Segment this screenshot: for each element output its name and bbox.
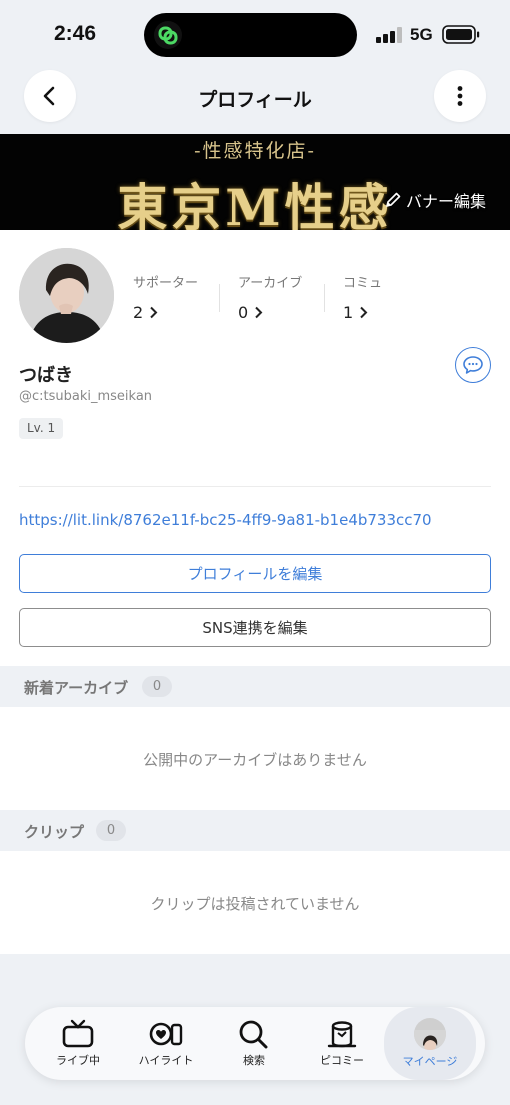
profile-banner: -性感特化店- 東京M性感 バナー編集 (0, 134, 510, 230)
banner-edit-button[interactable]: バナー編集 (384, 188, 486, 212)
section-title: クリップ (24, 823, 85, 841)
stat-divider (324, 284, 325, 312)
stat-value: 2 (133, 303, 144, 322)
stat-label: コミュ (343, 276, 383, 291)
chevron-right-icon (360, 306, 368, 319)
archives-list: 公開中のアーカイブはありません (0, 707, 510, 810)
banner-subtitle: -性感特化店- (194, 140, 316, 162)
edit-sns-button[interactable]: SNS連携を編集 (19, 608, 491, 647)
profile-name: つばき (19, 365, 73, 386)
stat-value: 1 (343, 303, 354, 322)
tab-label: ハイライト (138, 1054, 194, 1067)
dynamic-island (144, 13, 357, 57)
tab-search[interactable]: 検索 (208, 1007, 300, 1080)
clips-list: クリップは投稿されていません (0, 851, 510, 954)
profile-handle: @c:tsubaki_mseikan (19, 389, 153, 404)
battery-icon (442, 25, 480, 44)
clips-header: クリップ 0 (0, 810, 510, 851)
chevron-right-icon (150, 306, 158, 319)
search-icon (239, 1020, 268, 1049)
stat-label: サポーター (133, 276, 199, 291)
signal-icon (376, 27, 402, 43)
tv-icon (62, 1019, 94, 1048)
empty-message: クリップは投稿されていません (150, 895, 360, 913)
tab-bar: ライブ中 ハイライト 検索 ピコミー マイページ (25, 1007, 485, 1080)
tab-label: マイページ (402, 1055, 458, 1068)
chevron-right-icon (255, 306, 263, 319)
tab-label: 検索 (243, 1054, 265, 1067)
section-title: 新着アーカイブ (24, 679, 129, 697)
stat-community[interactable]: コミュ 1 (343, 272, 382, 322)
pencil-icon (386, 192, 401, 207)
chat-bubble-icon (463, 356, 483, 374)
archives-header: 新着アーカイブ 0 (0, 666, 510, 707)
profile-link[interactable]: https://lit.link/8762e11f-bc25-4ff9-9a81… (19, 511, 432, 529)
highlight-icon (149, 1022, 183, 1046)
stat-value: 0 (238, 303, 249, 322)
level-badge: Lv. 1 (19, 418, 64, 439)
nav-bar: プロフィール (0, 68, 510, 134)
app-activity-icon (154, 21, 182, 49)
avatar (414, 1018, 446, 1050)
tab-label: ライブ中 (56, 1054, 100, 1067)
count-badge: 0 (142, 676, 172, 697)
stat-supporters[interactable]: サポーター 2 (133, 272, 198, 322)
tab-live[interactable]: ライブ中 (32, 1007, 124, 1080)
count-badge: 0 (96, 820, 126, 841)
empty-message: 公開中のアーカイブはありません (143, 751, 367, 769)
tab-picomee[interactable]: ピコミー (296, 1007, 388, 1080)
status-bar: 2:46 5G (0, 0, 510, 68)
message-button[interactable] (455, 347, 491, 383)
edit-profile-button[interactable]: プロフィールを編集 (19, 554, 491, 593)
more-button[interactable] (434, 70, 486, 122)
tab-label: ピコミー (320, 1054, 364, 1067)
more-vertical-icon (457, 86, 463, 106)
tab-highlight[interactable]: ハイライト (120, 1007, 212, 1080)
network-type: 5G (410, 25, 433, 44)
stat-divider (219, 284, 220, 312)
avatar-image (19, 248, 114, 343)
avatar[interactable] (19, 248, 114, 343)
avatar-image (414, 1030, 446, 1050)
divider (19, 486, 491, 487)
tab-mypage[interactable]: マイページ (384, 1007, 476, 1080)
status-time: 2:46 (54, 22, 97, 45)
picomee-icon (327, 1021, 357, 1048)
profile-card: サポーター 2 アーカイブ 0 コミュ 1 つばき @c:tsubaki_mse… (0, 230, 510, 666)
stat-archives[interactable]: アーカイブ 0 (238, 272, 302, 322)
stat-label: アーカイブ (238, 276, 303, 291)
banner-edit-label: バナー編集 (405, 192, 486, 211)
